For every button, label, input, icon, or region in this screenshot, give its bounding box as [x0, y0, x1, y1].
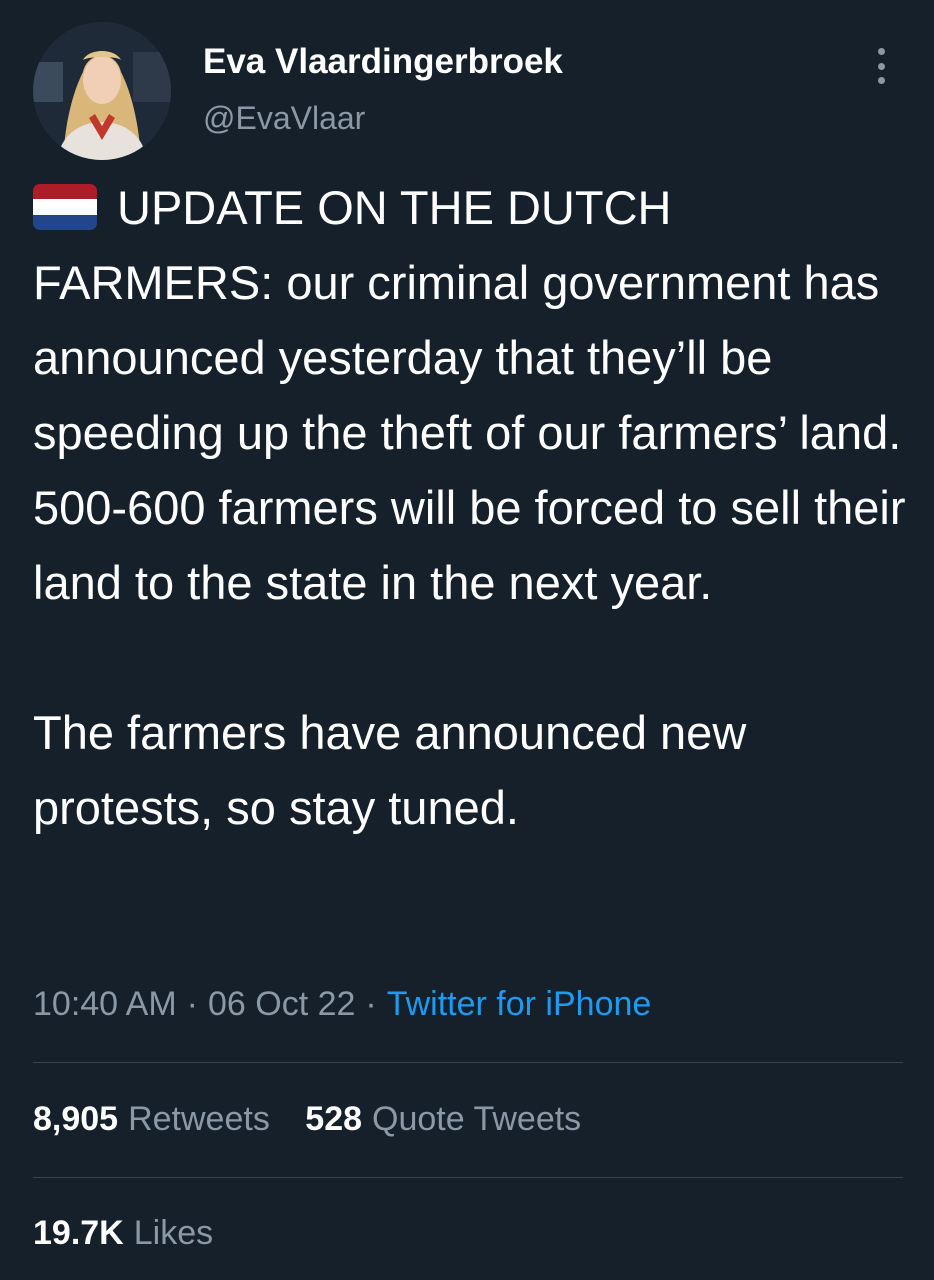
- tweet-paragraph-1-text: UPDATE ON THE DUTCH FARMERS: our crimina…: [33, 181, 906, 609]
- divider: [33, 1062, 903, 1063]
- divider: [33, 1177, 903, 1178]
- meta-separator: ·: [365, 985, 377, 1023]
- tweet-paragraph-2: The farmers have announced new protests,…: [33, 706, 747, 834]
- likes-label: Likes: [133, 1214, 214, 1252]
- display-name[interactable]: Eva Vlaardingerbroek: [203, 42, 563, 82]
- more-dot: [877, 62, 885, 70]
- likes-stat[interactable]: 19.7K Likes: [33, 1214, 213, 1252]
- avatar-image: [33, 22, 171, 160]
- tweet-time[interactable]: 10:40 AM: [33, 985, 177, 1023]
- flag-stripe-blue: [33, 214, 97, 230]
- likes-count: 19.7K: [33, 1214, 124, 1252]
- netherlands-flag-icon: [33, 184, 97, 230]
- retweets-stat[interactable]: 8,905 Retweets: [33, 1100, 270, 1138]
- avatar[interactable]: [33, 22, 171, 160]
- tweet-paragraph-1: UPDATE ON THE DUTCH FARMERS: our crimina…: [33, 170, 913, 620]
- more-options-icon[interactable]: [866, 44, 896, 88]
- flag-stripe-red: [33, 184, 97, 200]
- quote-tweets-label: Quote Tweets: [372, 1100, 582, 1138]
- flag-stripe-white: [33, 199, 97, 215]
- tweet-source-link[interactable]: Twitter for iPhone: [387, 985, 652, 1023]
- tweet-detail: Eva Vlaardingerbroek @EvaVlaar UPDATE ON…: [0, 0, 934, 1280]
- user-handle[interactable]: @EvaVlaar: [203, 100, 365, 137]
- more-dot: [877, 48, 885, 55]
- quote-tweets-stat[interactable]: 528 Quote Tweets: [305, 1100, 581, 1138]
- tweet-text: UPDATE ON THE DUTCH FARMERS: our crimina…: [33, 170, 913, 845]
- likes-stats: 19.7K Likes: [33, 1214, 213, 1253]
- retweets-label: Retweets: [128, 1100, 270, 1138]
- meta-separator: ·: [186, 985, 198, 1023]
- retweets-count: 8,905: [33, 1100, 119, 1138]
- more-dot: [877, 77, 885, 84]
- tweet-date[interactable]: 06 Oct 22: [208, 985, 355, 1023]
- engagement-stats: 8,905 Retweets 528 Quote Tweets: [33, 1100, 581, 1139]
- tweet-meta: 10:40 AM · 06 Oct 22 · Twitter for iPhone: [33, 985, 651, 1024]
- quote-tweets-count: 528: [305, 1100, 363, 1138]
